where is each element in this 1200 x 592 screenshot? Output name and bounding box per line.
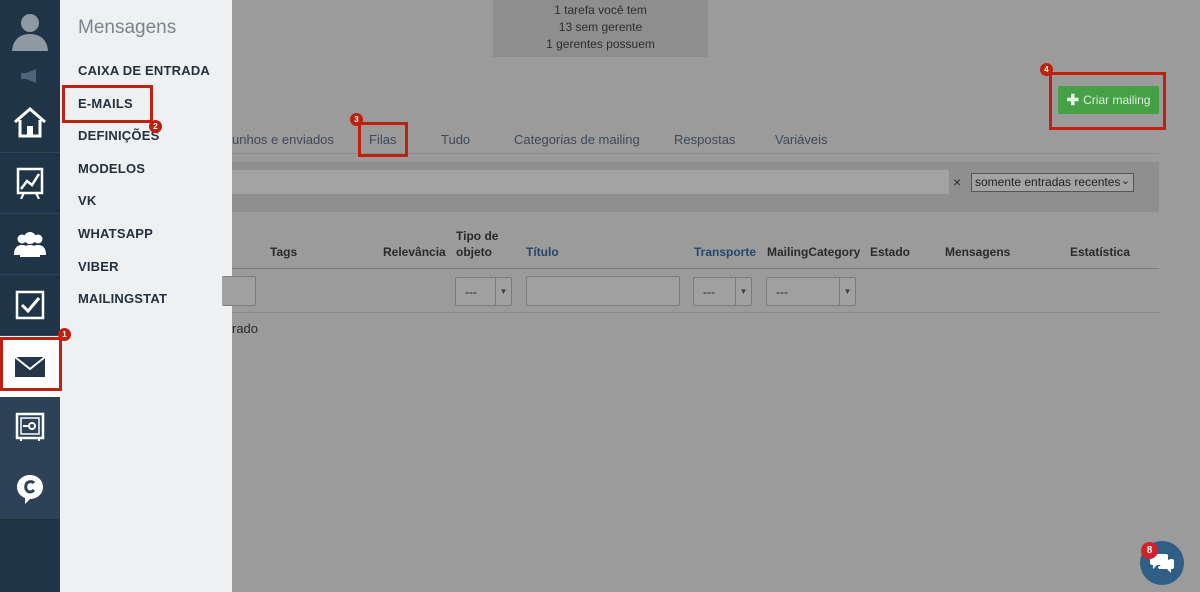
column-statistics[interactable]: Estatística	[1070, 244, 1130, 260]
annotation-badge-4: 4	[1040, 63, 1053, 76]
column-state[interactable]: Estado	[870, 244, 910, 260]
submenu-item-viber[interactable]: VIBER	[78, 259, 119, 274]
submenu-title: Mensagens	[78, 17, 177, 38]
safe-icon[interactable]	[0, 397, 60, 458]
highlight-box-queues-tab	[358, 122, 408, 157]
column-object-type[interactable]: Tipo de objeto	[456, 228, 504, 260]
annotation-badge-1: 1	[58, 328, 71, 341]
clear-search-icon[interactable]: ×	[953, 174, 961, 190]
chevron-down-icon: ⌄	[1120, 175, 1130, 187]
submenu-item-mailingstat[interactable]: MAILINGSTAT	[78, 291, 167, 306]
highlight-box-mail-icon	[0, 337, 62, 391]
highlight-box-create-button	[1049, 72, 1166, 130]
home-icon[interactable]	[0, 92, 60, 153]
search-input[interactable]	[232, 170, 949, 194]
tab-variables[interactable]: Variáveis	[775, 132, 828, 147]
column-mailing-category[interactable]: MailingCategory	[767, 244, 860, 260]
chart-icon[interactable]	[0, 153, 60, 214]
chevron-down-icon: ▼	[735, 278, 751, 305]
filter-title-input[interactable]	[526, 276, 680, 306]
filter-object-type-value: ---	[465, 285, 477, 299]
annotation-badge-3: 3	[350, 113, 363, 126]
submenu-item-whatsapp[interactable]: WHATSAPP	[78, 226, 153, 241]
tab-mailing-categories[interactable]: Categorias de mailing	[514, 132, 640, 147]
tab-drafts-sent[interactable]: unhos e enviados	[232, 132, 334, 147]
people-icon[interactable]	[0, 214, 60, 275]
period-select-value: somente entradas recentes	[975, 175, 1121, 189]
tab-all[interactable]: Tudo	[441, 132, 470, 147]
annotation-badge-2: 2	[149, 120, 162, 133]
submenu-item-templates[interactable]: MODELOS	[78, 161, 145, 176]
table-row-divider	[232, 312, 1159, 313]
notice-line-unassigned: 13 sem gerente	[558, 20, 643, 34]
filter-transport-select[interactable]: --- ▼	[693, 277, 752, 306]
submenu-item-vk[interactable]: VK	[78, 193, 96, 208]
filter-transport-value: ---	[703, 285, 715, 299]
user-avatar-icon[interactable]	[0, 0, 60, 60]
task-notice: 1 tarefa você tem 13 sem gerente 1 geren…	[493, 0, 708, 57]
filter-id-input[interactable]	[222, 276, 256, 306]
period-select[interactable]: somente entradas recentes ⌄	[971, 173, 1134, 192]
megaphone-icon[interactable]	[0, 60, 60, 92]
column-title[interactable]: Título	[526, 244, 559, 260]
filter-category-select[interactable]: --- ▼	[766, 277, 856, 306]
empty-state-text: rado	[232, 321, 259, 336]
checkbox-icon[interactable]	[0, 275, 60, 336]
column-relevance[interactable]: Relevância	[383, 244, 446, 260]
notice-line-tasks: 1 tarefa você tem	[554, 3, 647, 17]
table-header-divider	[232, 268, 1159, 269]
chevron-down-icon: ▼	[839, 278, 855, 305]
tab-responses[interactable]: Respostas	[674, 132, 735, 147]
column-tags[interactable]: Tags	[270, 244, 297, 260]
filter-category-value: ---	[776, 285, 788, 299]
highlight-box-emails	[62, 85, 153, 123]
column-messages[interactable]: Mensagens	[945, 244, 1010, 260]
icon-rail	[0, 0, 60, 592]
column-transport[interactable]: Transporte	[694, 244, 756, 260]
notice-line-managers: 1 gerentes possuem	[546, 37, 655, 51]
chat-unread-badge: 8	[1141, 542, 1158, 559]
submenu-item-inbox[interactable]: CAIXA DE ENTRADA	[78, 63, 210, 78]
chevron-down-icon: ▼	[495, 278, 511, 305]
submenu-item-settings[interactable]: DEFINIÇÕES	[78, 128, 159, 143]
c-logo-icon[interactable]	[0, 458, 60, 519]
filter-object-type-select[interactable]: --- ▼	[455, 277, 512, 306]
